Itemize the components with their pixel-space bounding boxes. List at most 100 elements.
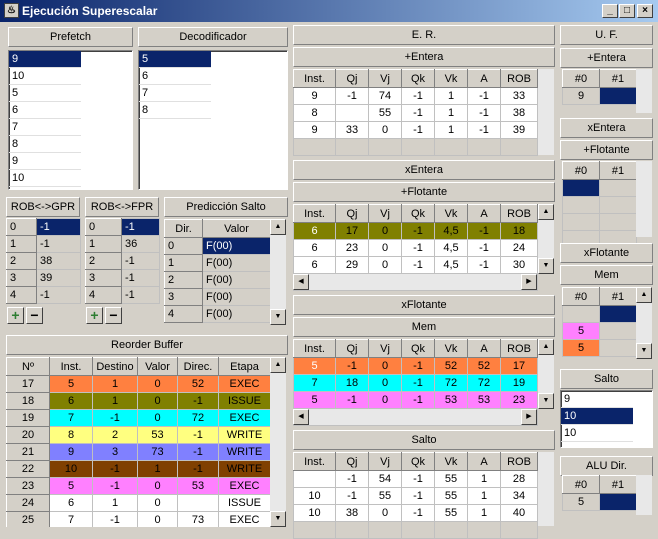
col-header[interactable]: #0 bbox=[562, 287, 600, 306]
rob-cell[interactable]: -1 bbox=[177, 460, 219, 478]
reservation-cell[interactable]: 33 bbox=[500, 87, 538, 105]
reservation-cell[interactable]: 6 bbox=[293, 256, 336, 274]
reservation-cell[interactable]: 1 bbox=[467, 487, 501, 505]
close-button[interactable]: × bbox=[637, 4, 653, 18]
reservation-cell[interactable]: 9 bbox=[293, 121, 336, 139]
rob-cell[interactable]: 0 bbox=[137, 511, 178, 527]
col-header[interactable]: Valor bbox=[137, 357, 178, 376]
reservation-cell[interactable] bbox=[368, 138, 402, 156]
vertical-scrollbar[interactable] bbox=[538, 69, 554, 155]
vertical-scrollbar[interactable] bbox=[636, 69, 652, 113]
reservation-cell[interactable]: -1 bbox=[467, 256, 501, 274]
col-header[interactable]: ROB bbox=[500, 204, 538, 223]
decoder-item[interactable]: 5 bbox=[139, 51, 211, 68]
unit-cell[interactable] bbox=[599, 179, 637, 197]
reservation-cell[interactable]: 0 bbox=[368, 121, 402, 139]
prefetch-item[interactable]: 5 bbox=[9, 85, 81, 102]
reservation-cell[interactable]: 7 bbox=[293, 374, 336, 392]
reservation-cell[interactable]: 6 bbox=[293, 239, 336, 257]
col-header[interactable]: A bbox=[467, 339, 501, 358]
rob-cell[interactable]: -1 bbox=[177, 494, 219, 512]
reservation-cell[interactable]: 55 bbox=[368, 104, 402, 122]
col-header[interactable]: #1 bbox=[599, 69, 637, 88]
rob-cell[interactable]: EXEC bbox=[218, 409, 270, 427]
prefetch-item[interactable]: 6 bbox=[9, 102, 81, 119]
rob-cell[interactable]: 8 bbox=[49, 426, 93, 444]
reservation-cell[interactable]: 72 bbox=[467, 374, 501, 392]
reservation-cell[interactable]: -1 bbox=[467, 87, 501, 105]
unit-cell[interactable] bbox=[599, 305, 637, 323]
rob-cell[interactable]: -1 bbox=[92, 409, 138, 427]
scroll-up-icon[interactable]: ▲ bbox=[270, 357, 286, 373]
reservation-cell[interactable] bbox=[434, 138, 468, 156]
maximize-button[interactable]: □ bbox=[619, 4, 635, 18]
reservation-cell[interactable]: 33 bbox=[335, 121, 369, 139]
reservation-cell[interactable]: 18 bbox=[500, 222, 538, 240]
col-header[interactable]: Qj bbox=[335, 452, 369, 471]
unit-cell[interactable] bbox=[562, 213, 600, 231]
reservation-cell[interactable]: 55 bbox=[434, 504, 468, 522]
minimize-button[interactable]: _ bbox=[602, 4, 618, 18]
rob-cell[interactable]: WRITE bbox=[218, 460, 270, 478]
reservation-cell[interactable]: 55 bbox=[434, 487, 468, 505]
reservation-cell[interactable]: 10 bbox=[293, 487, 336, 505]
col-header[interactable]: Vj bbox=[368, 339, 402, 358]
col-header[interactable]: #0 bbox=[562, 69, 600, 88]
rob-cell[interactable]: 53 bbox=[137, 426, 178, 444]
col-header[interactable]: Inst. bbox=[49, 357, 93, 376]
reservation-cell[interactable]: 29 bbox=[335, 256, 369, 274]
col-header[interactable]: #1 bbox=[599, 287, 637, 306]
col-header[interactable]: Qk bbox=[401, 204, 435, 223]
rob-entry-cell[interactable]: 36 bbox=[121, 235, 160, 253]
unit-cell[interactable] bbox=[599, 339, 637, 357]
rob-cell[interactable]: EXEC bbox=[218, 477, 270, 495]
reservation-cell[interactable]: 8 bbox=[293, 104, 336, 122]
col-header[interactable]: A bbox=[467, 69, 501, 88]
vertical-scrollbar[interactable]: ▲ ▼ bbox=[538, 204, 554, 274]
vertical-scrollbar[interactable]: ▲ ▼ bbox=[636, 287, 652, 359]
salto-unit-item[interactable]: 10 bbox=[561, 425, 633, 442]
col-header[interactable]: Vk bbox=[434, 452, 468, 471]
rob-entry-cell[interactable]: -1 bbox=[121, 269, 160, 287]
col-header[interactable]: Dir. bbox=[164, 219, 203, 238]
reservation-cell[interactable]: 10 bbox=[293, 504, 336, 522]
rob-entry-cell[interactable]: -1 bbox=[36, 235, 81, 253]
prefetch-item[interactable]: 7 bbox=[9, 119, 81, 136]
reservation-cell[interactable]: -1 bbox=[335, 357, 369, 375]
col-header[interactable]: Inst. bbox=[293, 452, 336, 471]
scroll-down-icon[interactable]: ▼ bbox=[270, 309, 286, 325]
rob-entry-cell[interactable]: -1 bbox=[36, 218, 81, 236]
unit-cell[interactable] bbox=[562, 305, 600, 323]
reservation-cell[interactable]: 0 bbox=[368, 504, 402, 522]
reservation-cell[interactable]: 38 bbox=[500, 104, 538, 122]
unit-cell[interactable] bbox=[562, 196, 600, 214]
app-icon[interactable]: ♨ bbox=[4, 3, 19, 18]
reservation-cell[interactable]: 54 bbox=[368, 470, 402, 488]
col-header[interactable]: #0 bbox=[562, 161, 600, 180]
rob-entry-cell[interactable]: -1 bbox=[36, 286, 81, 304]
col-header[interactable]: Etapa bbox=[218, 357, 270, 376]
scroll-up-icon[interactable]: ▲ bbox=[636, 287, 652, 303]
rob-cell[interactable]: 53 bbox=[177, 477, 219, 495]
reservation-cell[interactable]: -1 bbox=[467, 239, 501, 257]
unit-cell[interactable]: 5 bbox=[562, 339, 600, 357]
reservation-cell[interactable]: 1 bbox=[434, 87, 468, 105]
rob-cell[interactable]: 1 bbox=[92, 494, 138, 512]
col-header[interactable]: Vk bbox=[434, 69, 468, 88]
col-header[interactable]: A bbox=[467, 204, 501, 223]
reservation-cell[interactable] bbox=[293, 521, 336, 539]
rob-cell[interactable]: -1 bbox=[92, 511, 138, 527]
col-header[interactable]: Qk bbox=[401, 69, 435, 88]
scroll-right-icon[interactable]: ▶ bbox=[521, 274, 537, 290]
rob-cell[interactable]: EXEC bbox=[218, 511, 270, 527]
scroll-down-icon[interactable]: ▼ bbox=[636, 343, 652, 359]
rob-cell[interactable]: 7 bbox=[49, 409, 93, 427]
reservation-cell[interactable]: 9 bbox=[293, 87, 336, 105]
remove-button[interactable]: − bbox=[26, 307, 43, 324]
reservation-cell[interactable]: 17 bbox=[500, 357, 538, 375]
reservation-cell[interactable] bbox=[335, 521, 369, 539]
reservation-cell[interactable] bbox=[401, 521, 435, 539]
reservation-cell[interactable]: 1 bbox=[467, 504, 501, 522]
add-button[interactable]: + bbox=[7, 307, 24, 324]
col-header[interactable]: ROB bbox=[500, 69, 538, 88]
